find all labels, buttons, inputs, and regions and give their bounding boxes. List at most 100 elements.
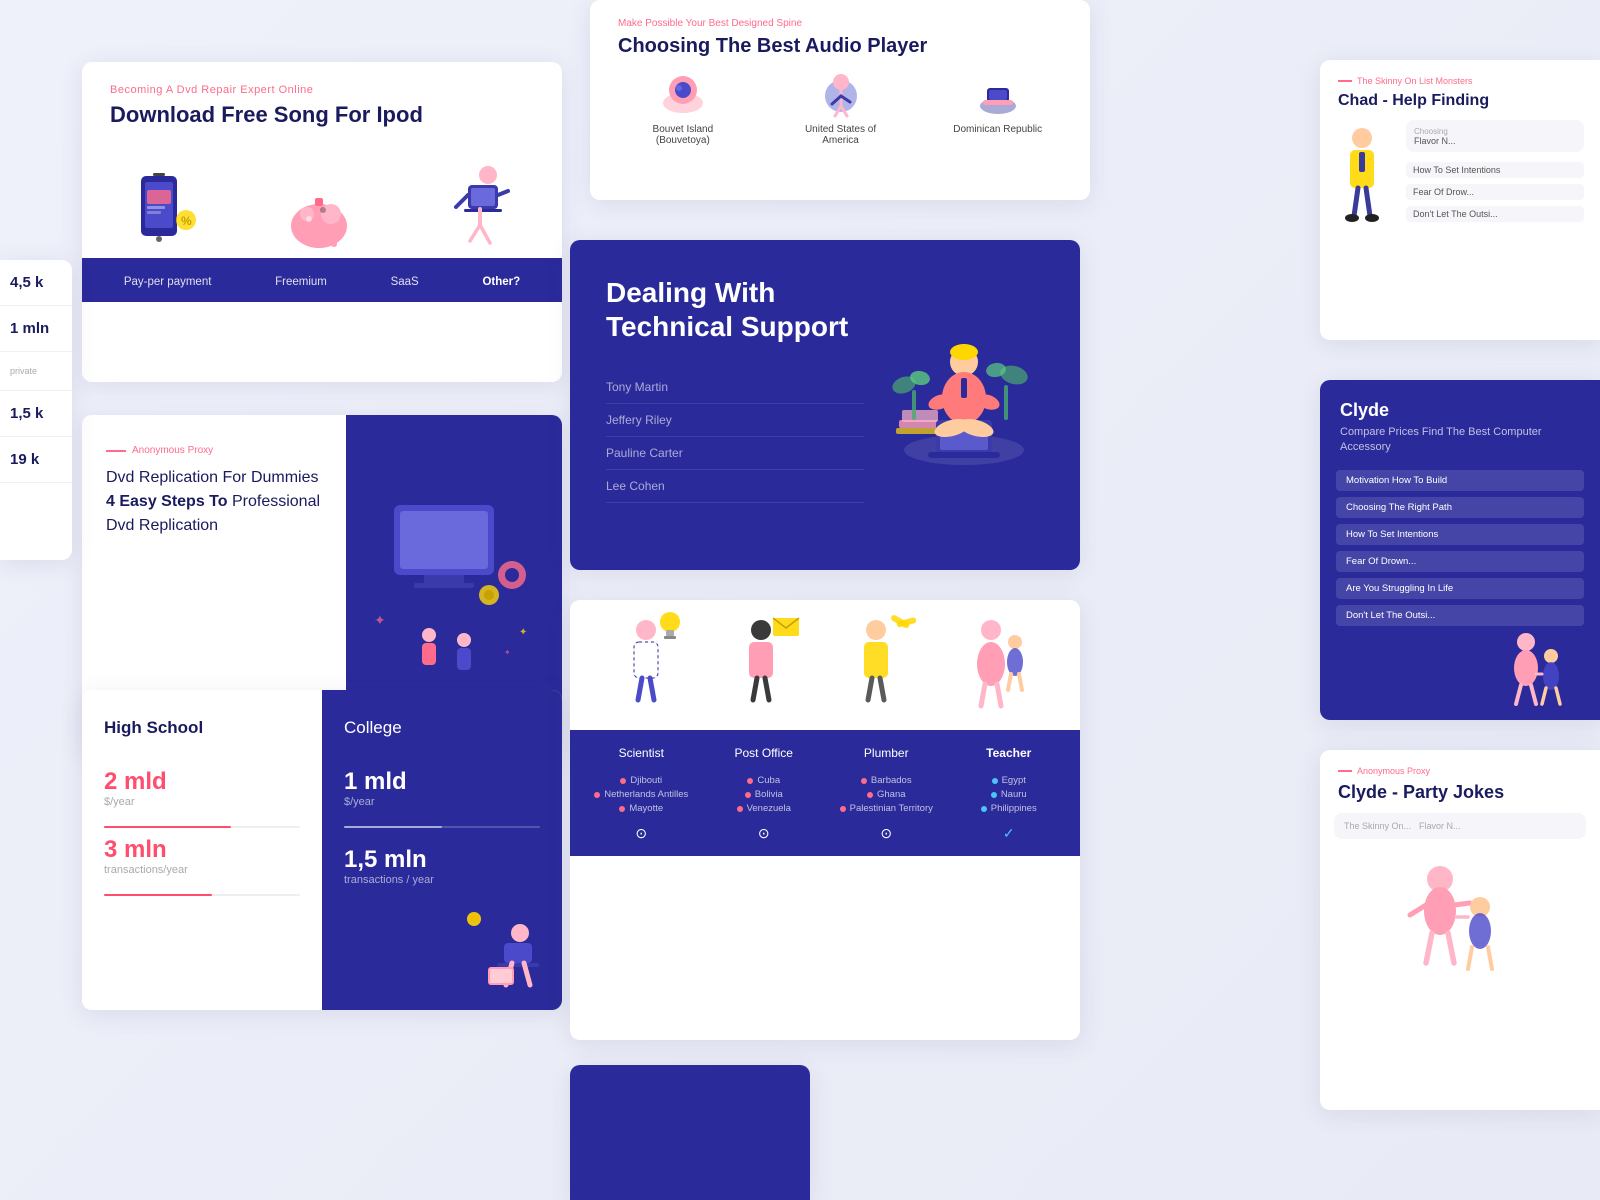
option-other: Other? <box>482 276 520 288</box>
svg-text:✦: ✦ <box>519 627 527 638</box>
card-clyde-party: Anonymous Proxy Clyde - Party Jokes The … <box>1320 750 1600 1110</box>
stat-2: 1 mln <box>0 306 72 352</box>
bouvet-icon <box>658 68 708 118</box>
audio-sub: Make Possible Your Best Designed Spine <box>618 18 1062 29</box>
roles-bottom: Scientist Post Office Plumber Teacher Dj… <box>570 730 1080 856</box>
clyde-tag-4: Fear Of Drown... <box>1336 551 1584 572</box>
clyde-compare-svg <box>1486 630 1586 710</box>
chad-tags: Choosing Flavor N... How To Set Intentio… <box>1400 120 1590 250</box>
chad-sub: The Skinny On List Monsters <box>1338 76 1582 86</box>
col-title: College <box>344 718 540 738</box>
clyde-tag-2: Choosing The Right Path <box>1336 497 1584 518</box>
clyde-compare-top: Clyde Compare Prices Find The Best Compu… <box>1320 380 1600 470</box>
clyde-party-sub: Anonymous Proxy <box>1338 766 1582 776</box>
hs-stat2-val: 3 mln <box>104 836 300 864</box>
card-audio-player: Make Possible Your Best Designed Spine C… <box>590 0 1090 200</box>
check-teacher: ✓ <box>959 825 1059 842</box>
stat-1: 4,5 k <box>0 260 72 306</box>
college-panel: College 1 mld $/year 1,5 mln transaction… <box>322 690 562 1010</box>
chad-bubble: Choosing Flavor N... <box>1406 120 1584 152</box>
clyde-tag-3: How To Set Intentions <box>1336 524 1584 545</box>
hs-stat1-lbl: $/year <box>104 796 300 808</box>
teacher-countries: Egypt Nauru Philippines <box>959 772 1059 817</box>
clyde-figure <box>1320 626 1600 716</box>
stat-3: private <box>0 352 72 391</box>
clyde-party-title: Clyde - Party Jokes <box>1338 782 1582 803</box>
loc-dominican: Dominican Republic <box>953 68 1042 146</box>
hs-stat2-lbl: transactions/year <box>104 864 300 876</box>
svg-text:✦: ✦ <box>374 612 386 628</box>
check-postoffice: ⊙ <box>714 825 814 842</box>
piggy-illus <box>279 168 359 258</box>
chad-tag-3: Don't Let The Outsi... <box>1406 206 1584 222</box>
option-saas: SaaS <box>391 276 419 288</box>
postoffice-illus <box>723 610 803 730</box>
clyde-party-figure <box>1320 849 1600 1029</box>
phone-illus: % <box>131 168 201 258</box>
clyde-tag-1: Motivation How To Build <box>1336 470 1584 491</box>
audio-top: Make Possible Your Best Designed Spine C… <box>590 0 1090 58</box>
svg-text:✦: ✦ <box>504 648 511 657</box>
person-2: Jeffery Riley <box>606 404 864 437</box>
card-roles: Scientist Post Office Plumber Teacher Dj… <box>570 600 1080 1040</box>
chad-figure <box>1330 120 1400 250</box>
plumber-countries: Barbados Ghana Palestinian Territory <box>836 772 936 817</box>
loc-bouvet: Bouvet Island (Bouvetoya) <box>638 68 728 146</box>
clyde-tag-5: Are You Struggling In Life <box>1336 578 1584 599</box>
card-clyde-compare: Clyde Compare Prices Find The Best Compu… <box>1320 380 1600 720</box>
chad-title: Chad - Help Finding <box>1338 92 1582 110</box>
role-scientist: Scientist <box>591 746 691 760</box>
check-plumber: ⊙ <box>836 825 936 842</box>
plumber-illus <box>838 610 918 730</box>
clyde-name: Clyde <box>1340 400 1580 421</box>
roles-labels: Scientist Post Office Plumber Teacher <box>580 746 1070 760</box>
person-4: Lee Cohen <box>606 470 864 503</box>
card-school-college: High School 2 mld $/year 3 mln transacti… <box>82 690 562 1010</box>
chad-body: Choosing Flavor N... How To Set Intentio… <box>1320 120 1600 250</box>
card-chad: The Skinny On List Monsters Chad - Help … <box>1320 60 1600 340</box>
card-download-song: Becoming A Dvd Repair Expert Online Down… <box>82 62 562 382</box>
col-stat2-lbl: transactions / year <box>344 874 540 886</box>
col-stat-bar-1 <box>344 826 540 828</box>
col-stat1-val: 1 mld <box>344 768 540 796</box>
postoffice-countries: Cuba Bolivia Venezuela <box>714 772 814 817</box>
chad-tag-1: How To Set Intentions <box>1406 162 1584 178</box>
check-scientist: ⊙ <box>591 825 691 842</box>
tech-title: Dealing With Technical Support <box>606 276 864 343</box>
hs-title: High School <box>104 718 300 738</box>
svg-text:%: % <box>181 214 192 228</box>
dvd-sub: Anonymous Proxy <box>106 445 322 456</box>
dvd-tech-illus: ✦ ✦ ✦ <box>364 485 544 685</box>
role-plumber: Plumber <box>836 746 936 760</box>
option-pay: Pay-per payment <box>124 276 212 288</box>
loc-usa: United States of America <box>796 68 886 146</box>
party-bubble: The Skinny On... Flavor N... <box>1334 813 1586 839</box>
download-options-bar: Pay-per payment Freemium SaaS Other? <box>82 258 562 302</box>
col-stat2-val: 1,5 mln <box>344 846 540 874</box>
card-sidebar-stats: 4,5 k 1 mln private 1,5 k 19 k <box>0 260 72 560</box>
download-title: Download Free Song For Ipod <box>110 102 534 128</box>
card-download-top: Becoming A Dvd Repair Expert Online Down… <box>82 62 562 128</box>
stat-4: 1,5 k <box>0 391 72 437</box>
scientist-countries: Djibouti Netherlands Antilles Mayotte <box>591 772 691 817</box>
role-teacher: Teacher <box>959 746 1059 760</box>
card-bottom-strip <box>570 1065 810 1200</box>
chad-top: The Skinny On List Monsters Chad - Help … <box>1320 60 1600 120</box>
usa-icon <box>816 68 866 118</box>
chad-tag-2: Fear Of Drow... <box>1406 184 1584 200</box>
chad-person-svg <box>1330 120 1395 250</box>
laptop-person-illus <box>438 163 513 258</box>
col-stat1-lbl: $/year <box>344 796 540 808</box>
scientist-illus <box>608 610 688 730</box>
tech-left: Dealing With Technical Support Tony Mart… <box>606 276 864 503</box>
option-freemium: Freemium <box>275 276 327 288</box>
college-illus <box>442 895 562 1010</box>
audio-locations: Bouvet Island (Bouvetoya) United States … <box>590 58 1090 160</box>
roles-illustrations <box>570 600 1080 730</box>
clyde-party-body: The Skinny On... Flavor N... <box>1320 813 1600 839</box>
tech-right-illus <box>884 276 1044 503</box>
check-row: ⊙ ⊙ ⊙ ✓ <box>580 825 1070 842</box>
download-illustrations: % <box>82 128 562 258</box>
audio-title: Choosing The Best Audio Player <box>618 35 1062 58</box>
dvd-title: Dvd Replication For Dummies 4 Easy Steps… <box>106 466 322 538</box>
